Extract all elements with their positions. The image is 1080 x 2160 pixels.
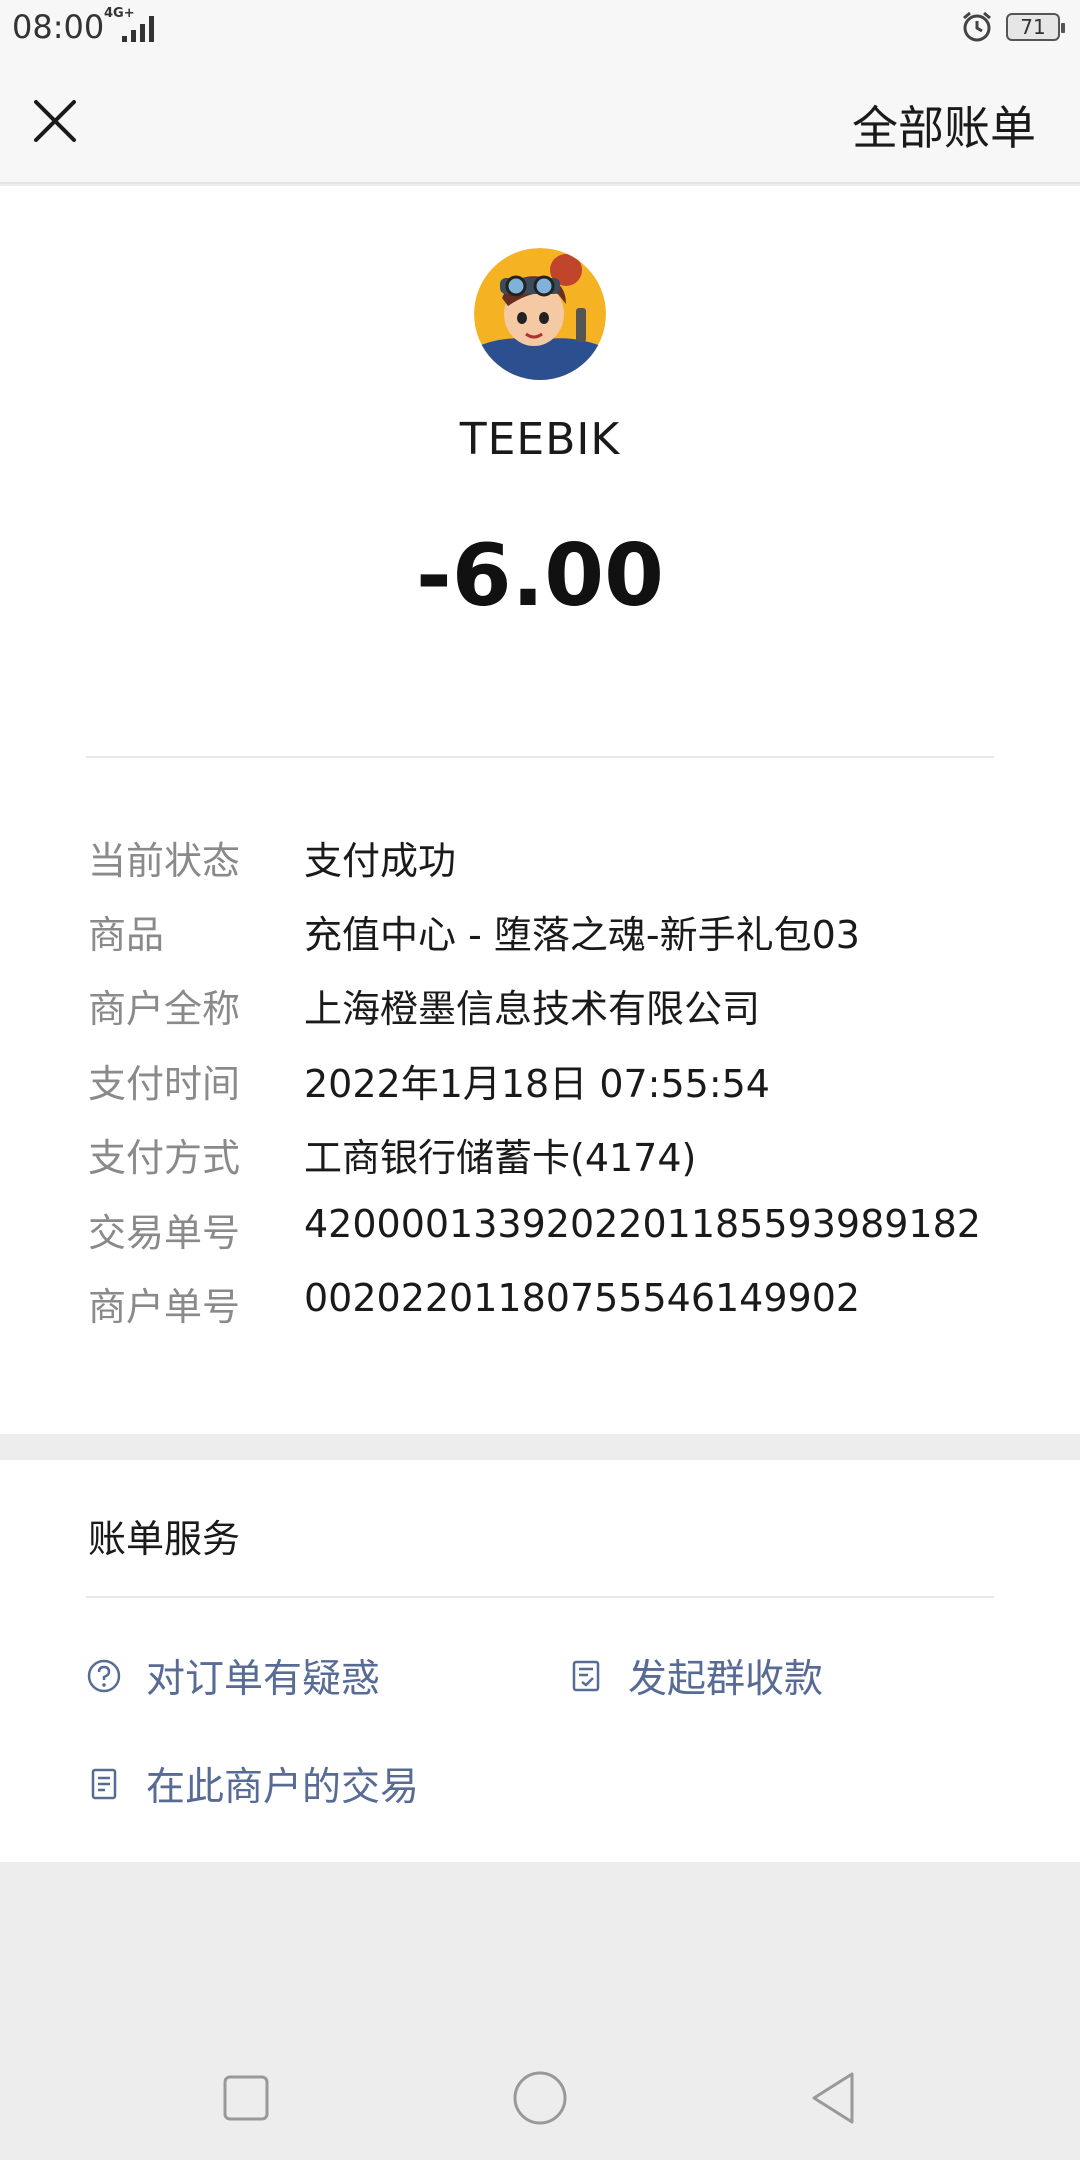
document-icon	[91, 1768, 117, 1800]
signal-icon	[122, 16, 154, 42]
detail-row-product: 商品 充值中心 - 堕落之魂-新手礼包03	[0, 898, 1080, 958]
status-bar: 08:00 4G+ 71	[0, 0, 1080, 56]
detail-label: 商品	[88, 913, 165, 957]
detail-row-merchant-order-id: 商户单号 00202201180755546149902	[0, 1270, 1080, 1330]
detail-value[interactable]: 00202201180755546149902	[304, 1276, 860, 1320]
detail-row-pay-method: 支付方式 工商银行储蓄卡(4174)	[0, 1121, 1080, 1181]
screen: 08:00 4G+ 71 全部账单 TEEBIK -6.00 当前状态 支付成功…	[0, 0, 1080, 2160]
detail-label: 商户全称	[88, 987, 241, 1031]
detail-row-status: 当前状态 支付成功	[0, 824, 1080, 884]
battery-level: 71	[1020, 15, 1046, 39]
merchant-transactions-link[interactable]: 在此商户的交易	[86, 1754, 419, 1814]
services-title: 账单服务	[88, 1517, 241, 1561]
detail-label: 当前状态	[88, 839, 241, 883]
group-collect-label: 发起群收款	[628, 1657, 824, 1702]
detail-label: 支付时间	[88, 1062, 241, 1106]
detail-value: 充值中心 - 堕落之魂-新手礼包03	[304, 913, 860, 957]
detail-row-transaction-id: 交易单号 4200001339202201185593989182	[0, 1196, 1080, 1256]
detail-row-merchant: 商户全称 上海橙墨信息技术有限公司	[0, 972, 1080, 1032]
battery-icon: 71	[1006, 13, 1065, 41]
detail-label: 交易单号	[88, 1211, 241, 1255]
payment-amount: -6.00	[416, 526, 664, 626]
question-icon	[87, 1659, 121, 1693]
merchant-transactions-label: 在此商户的交易	[146, 1765, 420, 1810]
all-bills-button[interactable]: 全部账单	[852, 92, 1036, 158]
detail-label: 支付方式	[88, 1136, 241, 1180]
alarm-icon	[963, 11, 991, 42]
detail-value: 上海橙墨信息技术有限公司	[304, 987, 761, 1031]
detail-row-pay-time: 支付时间 2022年1月18日 07:55:54	[0, 1047, 1080, 1107]
merchant-name: TEEBIK	[459, 414, 621, 465]
detail-label: 商户单号	[88, 1285, 241, 1329]
bill-check-icon	[572, 1660, 600, 1692]
detail-value: 支付成功	[304, 839, 457, 883]
bill-services-card: 账单服务 对订单有疑惑 发起群收款 在此商户的交易	[0, 1460, 1080, 1862]
back-icon[interactable]	[802, 2066, 866, 2130]
close-icon[interactable]	[28, 94, 82, 148]
detail-value[interactable]: 4200001339202201185593989182	[304, 1202, 981, 1246]
system-nav-bar	[0, 2036, 1080, 2160]
order-question-label: 对订单有疑惑	[146, 1657, 381, 1702]
divider	[86, 1596, 994, 1598]
divider	[86, 756, 994, 758]
bill-detail-card: TEEBIK -6.00 当前状态 支付成功 商品 充值中心 - 堕落之魂-新手…	[0, 186, 1080, 1434]
detail-value: 工商银行储蓄卡(4174)	[304, 1136, 697, 1180]
status-time: 08:00	[12, 8, 105, 46]
home-icon[interactable]	[508, 2066, 572, 2130]
order-question-link[interactable]: 对订单有疑惑	[86, 1646, 380, 1706]
title-bar: 全部账单	[0, 56, 1080, 184]
group-collect-link[interactable]: 发起群收款	[568, 1646, 823, 1706]
merchant-avatar	[474, 248, 606, 380]
recent-apps-icon[interactable]	[214, 2066, 278, 2130]
detail-value: 2022年1月18日 07:55:54	[304, 1062, 770, 1106]
